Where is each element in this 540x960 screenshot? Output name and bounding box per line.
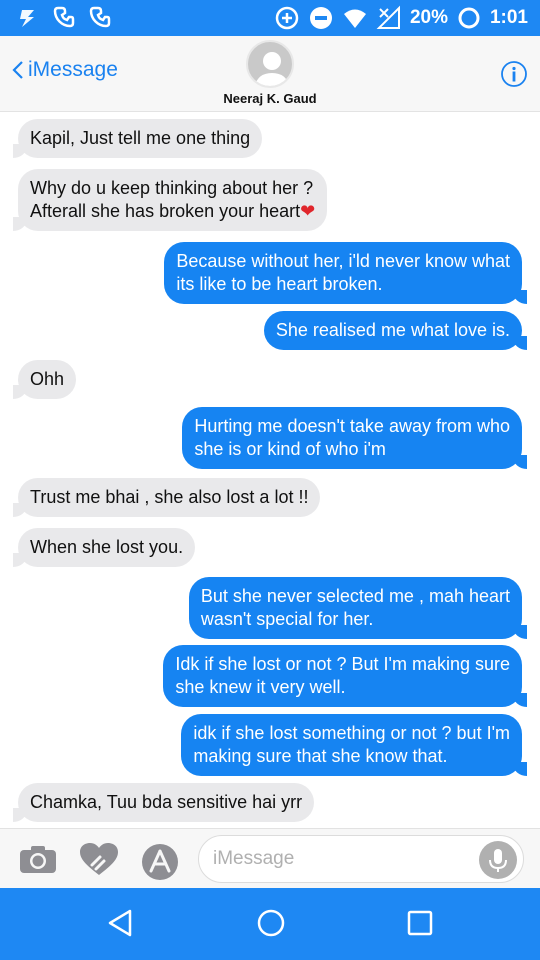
- message-text: its like to be heart broken.: [176, 274, 383, 294]
- message-list[interactable]: Kapil, Just tell me one thing Why do u k…: [0, 113, 540, 828]
- back-triangle-icon[interactable]: [106, 908, 134, 938]
- back-label: iMessage: [28, 58, 118, 81]
- phone-missed-icon: [53, 6, 75, 28]
- avatar[interactable]: [246, 40, 294, 88]
- minus-circle-icon: [309, 7, 332, 29]
- clock: 1:01: [489, 7, 528, 28]
- camera-icon[interactable]: [18, 843, 58, 875]
- battery-percent: 20%: [409, 7, 448, 28]
- message-outgoing[interactable]: She realised me what love is.: [263, 311, 528, 350]
- battery-ring-icon: [458, 7, 480, 29]
- digital-touch-icon[interactable]: [78, 841, 120, 877]
- message-text: Because without her, i'ld never know wha…: [176, 251, 510, 271]
- contact-name[interactable]: Neeraj K. Gaud: [0, 91, 540, 106]
- back-button[interactable]: iMessage: [12, 58, 118, 82]
- message-incoming[interactable]: Ohh: [12, 360, 77, 399]
- message-text: But she never selected me , mah heart: [200, 586, 510, 606]
- no-signal-icon: [376, 5, 400, 29]
- status-bar-left: [14, 5, 112, 31]
- message-outgoing[interactable]: Idk if she lost or not ? But I'm making …: [163, 645, 527, 707]
- add-circle-icon: [275, 6, 299, 30]
- microphone-icon: [489, 849, 507, 872]
- message-text: Idk if she lost or not ? But I'm making …: [175, 654, 510, 674]
- message-text-line: Afterall she has broken your heart❤: [30, 201, 316, 221]
- conversation-header: iMessage Neeraj K. Gaud: [0, 36, 540, 112]
- status-bar: 20% 1:01: [0, 0, 540, 36]
- message-outgoing[interactable]: idk if she lost something or not ? but I…: [181, 714, 527, 776]
- message-outgoing[interactable]: Hurting me doesn't take away from who sh…: [182, 407, 527, 469]
- home-circle-icon[interactable]: [256, 908, 286, 938]
- message-text: making sure that she know that.: [193, 746, 448, 766]
- chevron-left-icon: [12, 61, 23, 79]
- message-text: Kapil, Just tell me one thing: [30, 128, 251, 148]
- message-outgoing[interactable]: But she never selected me , mah heart wa…: [188, 577, 528, 639]
- message-incoming[interactable]: Kapil, Just tell me one thing: [12, 119, 263, 158]
- message-text: wasn't special for her.: [200, 609, 374, 629]
- message-text: she knew it very well.: [175, 677, 346, 697]
- phone-missed-icon: [89, 6, 111, 28]
- avatar-icon: [254, 52, 290, 86]
- message-text: She realised me what love is.: [275, 320, 510, 340]
- message-incoming[interactable]: Why do u keep thinking about her ? After…: [12, 169, 328, 231]
- info-icon[interactable]: [500, 60, 528, 88]
- wifi-icon: [343, 9, 366, 28]
- message-text: Hurting me doesn't take away from who: [194, 416, 510, 436]
- message-text: When she lost you.: [30, 537, 184, 557]
- compose-bar: [0, 828, 540, 888]
- message-text: idk if she lost something or not ? but I…: [193, 723, 510, 743]
- message-text: she is or kind of who i'm: [194, 439, 386, 459]
- message-text: Ohh: [30, 369, 65, 389]
- android-nav-bar: [0, 888, 540, 960]
- heart-emoji-icon: ❤: [300, 201, 316, 221]
- message-incoming[interactable]: Trust me bhai , she also lost a lot !!: [12, 478, 321, 517]
- message-outgoing[interactable]: Because without her, i'ld never know wha…: [164, 242, 527, 304]
- recents-square-icon[interactable]: [406, 908, 434, 938]
- microphone-button[interactable]: [479, 841, 517, 879]
- message-text: Trust me bhai , she also lost a lot !!: [30, 487, 309, 507]
- message-input[interactable]: [213, 845, 473, 873]
- message-incoming[interactable]: When she lost you.: [12, 528, 196, 567]
- sync-icon: [20, 10, 34, 27]
- message-incoming[interactable]: Chamka, Tuu bda sensitive hai yrr: [12, 783, 315, 822]
- app-store-icon[interactable]: [140, 842, 180, 882]
- status-bar-right: 20% 1:01: [274, 5, 528, 31]
- message-text: Chamka, Tuu bda sensitive hai yrr: [30, 792, 303, 812]
- message-input-container[interactable]: [198, 835, 524, 883]
- message-text: Why do u keep thinking about her ?: [30, 178, 314, 198]
